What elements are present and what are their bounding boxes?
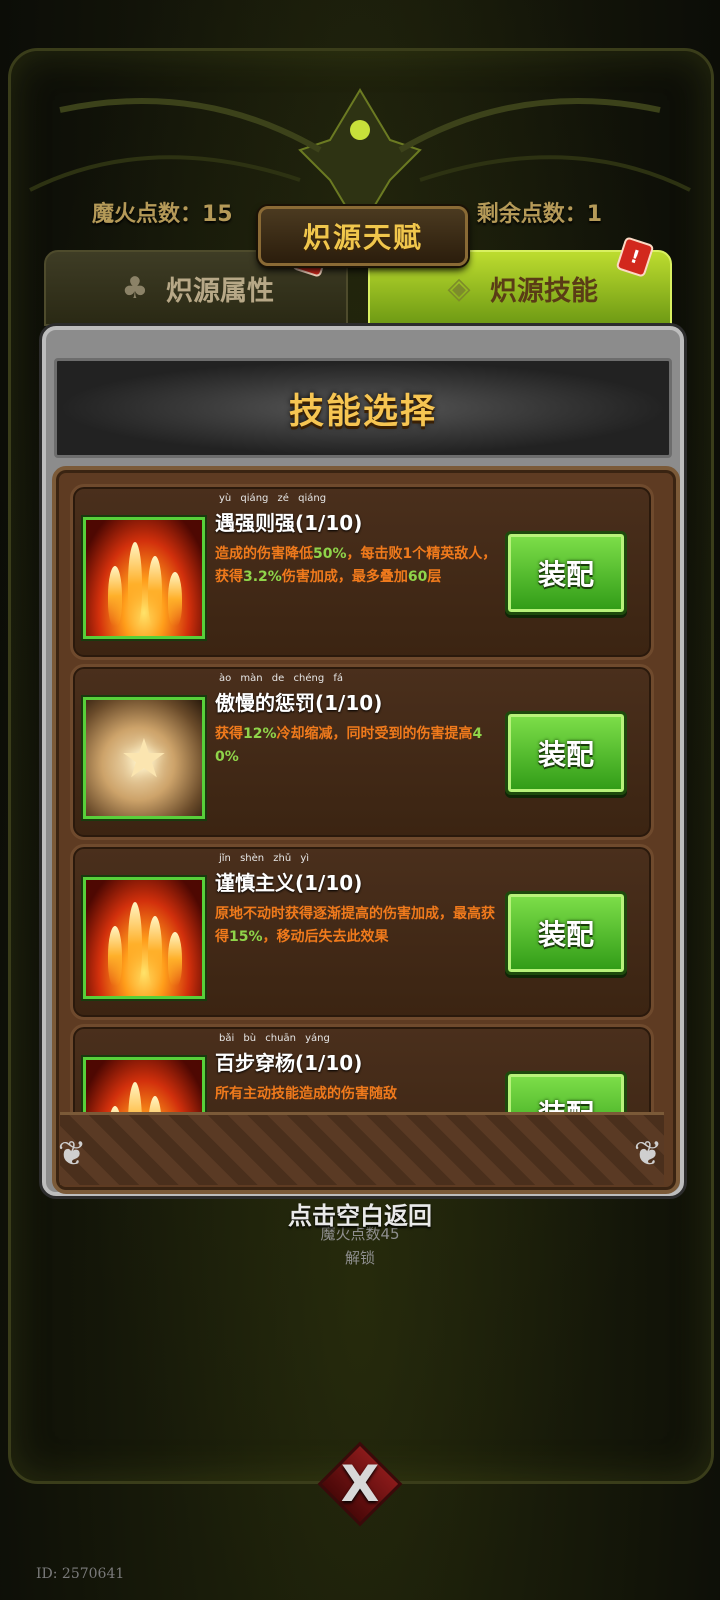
equip-button[interactable]: 装配 — [505, 531, 627, 615]
skill-pinyin: jǐn shèn zhǔ yì — [219, 853, 310, 864]
close-icon: X — [340, 1455, 380, 1513]
skill-pinyin: yù qiáng zé qiáng — [219, 493, 327, 504]
skill-card: yù qiáng zé qiáng 遇强则强(1/10) 造成的伤害降低50%，… — [70, 484, 654, 660]
player-id: ID: 2570641 — [36, 1566, 125, 1582]
star-orb-icon: ★ — [83, 697, 205, 819]
skill-description: 原地不动时获得逐渐提高的伤害加成，最高获得15%，移动后失去此效果 — [215, 906, 495, 945]
equip-button[interactable]: 装配 — [505, 711, 627, 795]
tab-attributes-label: 炽源属性 — [166, 275, 274, 307]
diamond-cross-icon: ◈ — [447, 270, 471, 306]
skill-name: 傲慢的惩罚(1/10) — [215, 691, 383, 715]
skill-name: 遇强则强(1/10) — [215, 511, 363, 535]
skill-name: 谨慎主义(1/10) — [215, 871, 363, 895]
fire-burst-icon — [83, 517, 205, 639]
skill-pinyin: bǎi bù chuān yáng — [219, 1033, 330, 1044]
fire-burst-icon — [83, 1057, 205, 1112]
skill-description: 获得12%冷却缩减，同时受到的伤害提高40% — [215, 726, 483, 765]
equip-button[interactable]: 装配 — [505, 1071, 627, 1112]
list-bottom-border — [60, 1112, 664, 1185]
skill-card: jǐn shèn zhǔ yì 谨慎主义(1/10) 原地不动时获得逐渐提高的伤… — [70, 844, 654, 1020]
panel-title: 技能选择 — [288, 391, 437, 432]
skill-name: 百步穿杨(1/10) — [215, 1051, 363, 1075]
skill-card: bǎi bù chuān yáng 百步穿杨(1/10) 所有主动技能造成的伤害… — [70, 1024, 654, 1112]
magic-fire-points: 魔火点数：15 — [92, 202, 233, 227]
close-button[interactable]: X — [317, 1441, 403, 1527]
tap-blank-to-return[interactable]: 点击空白返回 — [0, 1196, 720, 1231]
tab-skills-label: 炽源技能 — [490, 275, 598, 307]
clover-icon: ♣ — [121, 270, 149, 306]
skill-pinyin: ào màn de chéng fá — [219, 673, 343, 684]
corner-ornament-icon: ❦ — [633, 1134, 663, 1174]
skill-description: 所有主动技能造成的伤害随敌 — [215, 1086, 397, 1102]
panel-header: 技能选择 — [54, 358, 672, 458]
skill-description: 造成的伤害降低50%，每击败1个精英敌人，获得3.2%伤害加成，最多叠加60层 — [215, 546, 497, 585]
page-title: 炽源天赋 — [258, 206, 468, 266]
remaining-points: 剩余点数：1 — [476, 202, 602, 227]
corner-ornament-icon: ❦ — [57, 1134, 87, 1174]
skill-card: ★ ào màn de chéng fá 傲慢的惩罚(1/10) 获得12%冷却… — [70, 664, 654, 840]
equip-button[interactable]: 装配 — [505, 891, 627, 975]
unlock-label: 解锁 — [344, 1249, 375, 1267]
skill-list[interactable]: yù qiáng zé qiáng 遇强则强(1/10) 造成的伤害降低50%，… — [70, 484, 654, 1112]
fire-burst-icon — [83, 877, 205, 999]
